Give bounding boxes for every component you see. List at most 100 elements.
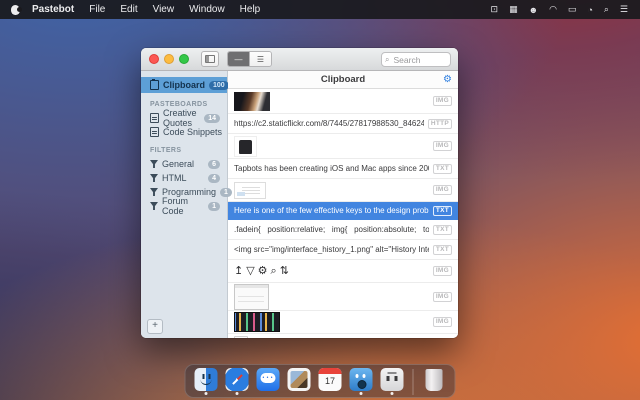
clipboard-item-text: <img src="img/interface_history_1.png" a…: [234, 245, 429, 254]
sidebar-sections: PASTEBOARDSCreative Quotes14Code Snippet…: [141, 93, 227, 213]
count-badge: 14: [204, 114, 220, 123]
photo-thumbnail: [234, 92, 270, 111]
sidebar-item-creative-quotes[interactable]: Creative Quotes 14: [141, 111, 227, 125]
search-icon: ⌕: [385, 56, 389, 64]
sidebar-item-general[interactable]: General 6: [141, 157, 227, 171]
pastebot-menu-icon[interactable]: ☻: [529, 5, 538, 15]
dock-item-calendar[interactable]: 17: [319, 368, 342, 395]
grid-view-button[interactable]: ☰: [249, 52, 271, 66]
type-badge: IMG: [433, 141, 452, 151]
clipboard-item[interactable]: .fadein{ position:relative; img{ positio…: [228, 220, 458, 240]
sidebar-item-code-snippets[interactable]: Code Snippets: [141, 125, 227, 139]
calendar-date-label: 17: [319, 376, 342, 386]
minimize-button[interactable]: [164, 54, 174, 64]
spotlight-icon[interactable]: ⌕: [604, 4, 609, 15]
sidebar-item-label: Code Snippets: [163, 127, 222, 137]
list-view-button[interactable]: —: [228, 52, 249, 66]
sidebar-toggle-button[interactable]: [201, 51, 219, 67]
trash-icon: [426, 369, 443, 391]
dock-item-trash[interactable]: [423, 369, 446, 395]
clipboard-item[interactable]: IMG: [228, 311, 458, 334]
running-indicator: [236, 392, 239, 395]
sidebar-item-label: General: [162, 159, 194, 169]
clipboard-item[interactable]: IMG: [228, 89, 458, 114]
desktop: PastebotFileEditViewWindowHelp ⊡▦☻◠▭◔⌕☰ …: [0, 0, 640, 400]
clipboard-item[interactable]: IMG: [228, 134, 458, 159]
dock-separator: [413, 369, 414, 395]
sidebar-item-label: HTML: [162, 173, 187, 183]
menu-file[interactable]: File: [89, 4, 105, 15]
running-indicator: [391, 392, 394, 395]
menu-pastebot[interactable]: Pastebot: [32, 4, 74, 15]
type-badge: IMG: [433, 266, 452, 276]
calendar-icon: 17: [319, 368, 342, 391]
menu-help[interactable]: Help: [240, 4, 261, 15]
count-badge: 4: [208, 174, 220, 183]
window-titlebar[interactable]: — ☰ ⌕: [141, 48, 458, 71]
clipboard-item[interactable]: comp.aiAI: [228, 334, 458, 338]
main-panel: Clipboard ⚙ IMGhttps://c2.staticflickr.c…: [228, 71, 458, 338]
running-indicator: [329, 392, 332, 395]
document-thumbnail: [234, 182, 266, 199]
dock-item-tweetbot[interactable]: [350, 368, 373, 395]
clipboard-item[interactable]: Tapbots has been creating iOS and Mac ap…: [228, 159, 458, 179]
clipboard-item[interactable]: ↥▽⚙⌕⇅ IMG: [228, 260, 458, 283]
pastebot-window: — ☰ ⌕ Clipboard 100 PASTEBOARDSCreative …: [141, 48, 458, 338]
display-icon[interactable]: ⊡: [491, 4, 499, 15]
add-pasteboard-button[interactable]: +: [147, 319, 163, 334]
running-indicator: [360, 392, 363, 395]
dock-item-safari[interactable]: [226, 368, 249, 395]
apple-logo-icon[interactable]: [11, 5, 20, 15]
notification-center-icon[interactable]: ☰: [620, 4, 628, 15]
pasteboard-icon: [150, 113, 159, 123]
type-badge: IMG: [433, 317, 452, 327]
zoom-button[interactable]: [179, 54, 189, 64]
sidebar-item-label: Forum Code: [162, 196, 204, 216]
dock-item-pastebot[interactable]: [381, 368, 404, 395]
close-button[interactable]: [149, 54, 159, 64]
clipboard-item[interactable]: Here is one of the few effective keys to…: [228, 202, 458, 220]
type-badge: IMG: [433, 96, 452, 106]
filter-icon: [150, 188, 158, 196]
sidebar-item-html[interactable]: HTML 4: [141, 171, 227, 185]
type-badge: TXT: [433, 245, 452, 255]
clipboard-list: IMG https://c2.staticflickr.com/8/7445/27…: [228, 89, 458, 338]
filter-icon: [150, 160, 158, 168]
sidebar-item-label: Creative Quotes: [163, 108, 200, 128]
running-indicator: [267, 392, 270, 395]
clipboard-item[interactable]: IMG: [228, 179, 458, 202]
clipboard-item[interactable]: https://c2.staticflickr.com/8/7445/27817…: [228, 114, 458, 134]
glyph-icons-content: ↥▽⚙⌕⇅: [234, 264, 292, 278]
wifi-icon[interactable]: ◠: [549, 4, 557, 15]
sidebar-item-clipboard[interactable]: Clipboard 100: [141, 77, 227, 93]
dock-item-messages[interactable]: [257, 368, 280, 395]
tweetbot-icon: [350, 368, 373, 391]
count-badge: 6: [208, 160, 220, 169]
clipboard-item-text: Tapbots has been creating iOS and Mac ap…: [234, 164, 429, 173]
sidebar-toggle-icon: [205, 55, 215, 63]
menu-view[interactable]: View: [153, 4, 175, 15]
battery-icon[interactable]: ▭: [568, 4, 577, 15]
dock-item-finder[interactable]: [195, 368, 218, 395]
sidebar: Clipboard 100 PASTEBOARDSCreative Quotes…: [141, 71, 228, 338]
clipboard-item-text: Here is one of the few effective keys to…: [234, 206, 429, 215]
dock-item-photos[interactable]: [288, 368, 311, 395]
clipboard-item-text: .fadein{ position:relative; img{ positio…: [234, 225, 429, 234]
keyboard-icon[interactable]: ▦: [509, 4, 518, 15]
clipboard-item[interactable]: <img src="img/interface_history_1.png" a…: [228, 240, 458, 260]
clipboard-item[interactable]: IMG: [228, 283, 458, 311]
sidebar-item-label: Clipboard: [163, 80, 205, 90]
search-field[interactable]: ⌕: [381, 52, 451, 67]
gear-icon[interactable]: ⚙: [443, 75, 452, 85]
menu-edit[interactable]: Edit: [120, 4, 137, 15]
search-input[interactable]: [391, 54, 447, 66]
sidebar-section-title: FILTERS: [141, 139, 227, 157]
type-badge: HTTP: [428, 119, 452, 129]
clipboard-icon: [150, 80, 159, 90]
type-badge: IMG: [433, 185, 452, 195]
running-indicator: [205, 392, 208, 395]
clock-icon[interactable]: ◔: [587, 5, 592, 15]
filter-icon: [150, 202, 158, 210]
menu-window[interactable]: Window: [189, 4, 225, 15]
sidebar-item-forum-code[interactable]: Forum Code1: [141, 199, 227, 213]
